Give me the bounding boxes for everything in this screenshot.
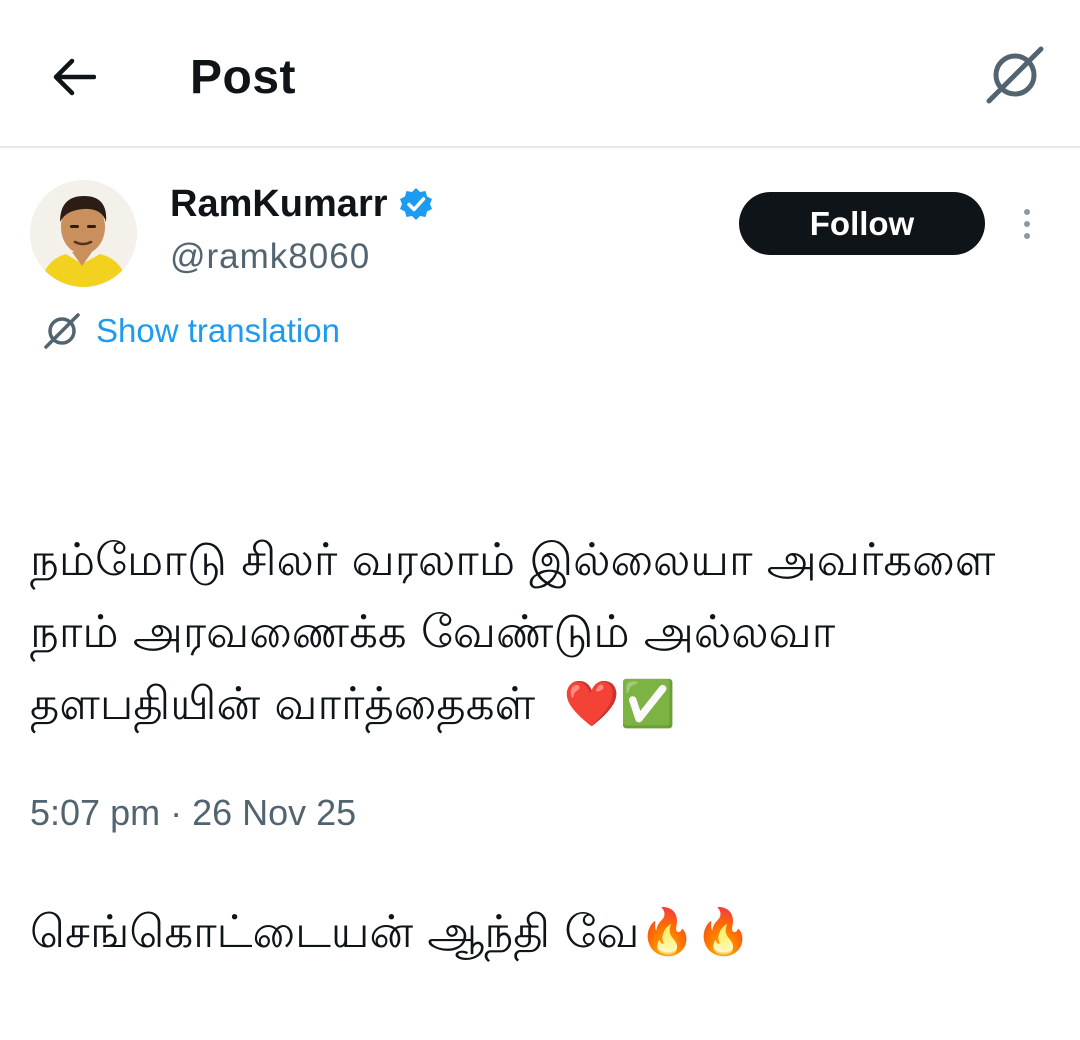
- translate-button[interactable]: [982, 42, 1048, 108]
- show-translation-link[interactable]: Show translation: [42, 306, 340, 356]
- post-timestamp[interactable]: 5:07 pm · 26 Nov 25: [30, 788, 356, 838]
- arrow-left-icon: [53, 58, 96, 96]
- avatar[interactable]: [30, 180, 137, 287]
- profile-photo: [30, 180, 137, 287]
- translate-small-icon: [44, 313, 80, 349]
- follow-button[interactable]: Follow: [739, 192, 985, 255]
- tweet-body: நம்மோடு சிலர் வரலாம் இல்லையா அவர்களை நாம…: [30, 380, 1060, 1040]
- show-translation-label: Show translation: [96, 312, 340, 349]
- display-name-text: RamKumarr: [170, 183, 388, 225]
- page-title: Post: [190, 51, 297, 104]
- tweet-paragraph: நம்மோடு சிலர் வரலாம் இல்லையா அவர்களை நாம…: [30, 533, 1010, 730]
- tweet-paragraph: செங்கொட்டையன் ஆந்தி வே🔥🔥: [30, 905, 752, 958]
- dot: [1024, 209, 1030, 215]
- back-button[interactable]: [44, 48, 102, 106]
- top-app-bar: Post: [0, 0, 1080, 148]
- more-vertical-icon[interactable]: [1010, 200, 1044, 248]
- dot: [1024, 233, 1030, 239]
- translate-icon: [986, 46, 1044, 104]
- dot: [1024, 221, 1030, 227]
- author-handle[interactable]: @ramk8060: [170, 234, 370, 280]
- author-display-name[interactable]: RamKumarr: [170, 180, 434, 228]
- verified-badge-icon[interactable]: [398, 186, 434, 222]
